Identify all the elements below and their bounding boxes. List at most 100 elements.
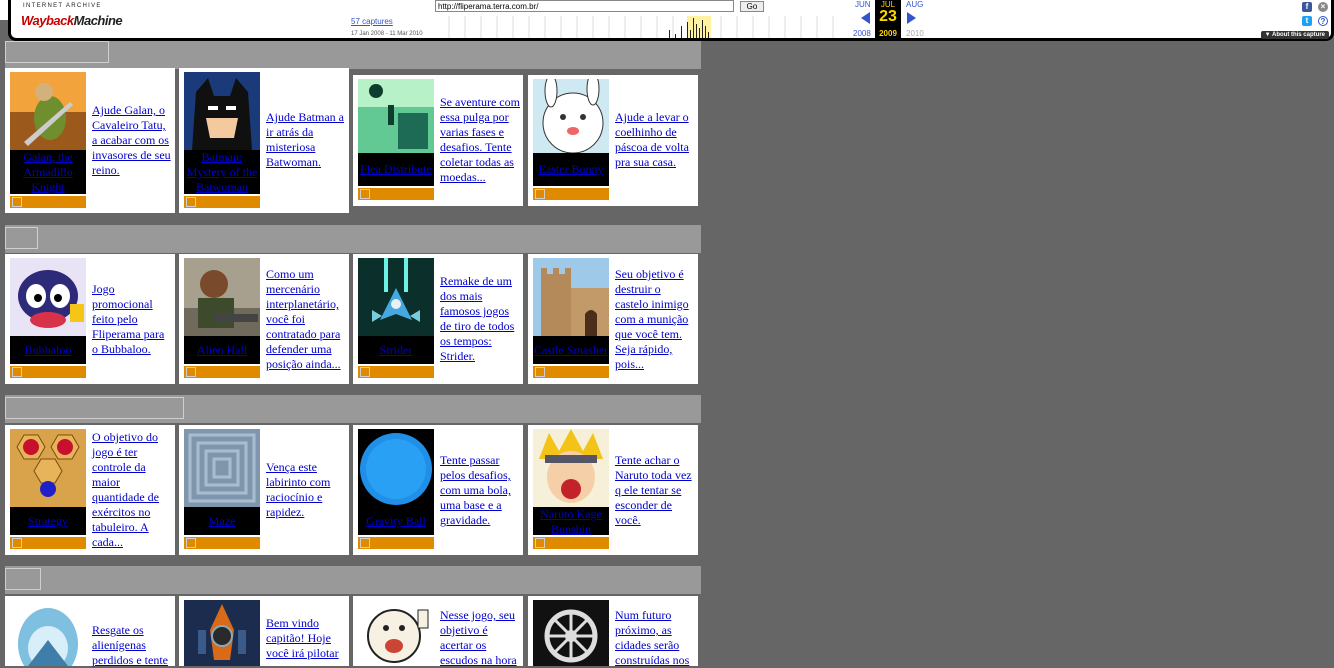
play-bar[interactable] [533, 188, 609, 200]
game-description-link[interactable]: O objetivo do jogo é ter controle da mai… [92, 430, 159, 549]
logo-wordmark-b: Machine [73, 13, 123, 28]
play-bar[interactable] [184, 366, 260, 378]
game-title: Bubbaloo [10, 336, 86, 364]
logo-wordmark: WaybackMachine [21, 13, 123, 28]
broken-image-icon [5, 227, 38, 249]
game-thumbnail[interactable] [184, 429, 260, 507]
captures-link[interactable]: 57 captures [351, 17, 393, 26]
game-description-link[interactable]: Tente passar pelos desafios, com uma bol… [440, 453, 511, 527]
game-thumbnail[interactable] [533, 600, 609, 666]
go-button[interactable]: Go [740, 1, 764, 12]
game-card: Batman: Mystery of the Batwoman Ajude Ba… [179, 68, 349, 213]
facebook-icon[interactable]: f [1302, 2, 1312, 12]
game-description-link[interactable]: Ajude Galan, o Cavaleiro Tatu, a acabar … [92, 103, 171, 177]
game-description: Ajude Batman a ir atrás da misteriosa Ba… [266, 110, 347, 170]
game-card: Nesse jogo, seu objetivo é acertar os es… [353, 596, 523, 667]
game-description: Tente achar o Naruto toda vez q ele tent… [615, 453, 696, 528]
game-thumbnail[interactable] [358, 429, 434, 507]
play-bar[interactable] [533, 537, 609, 549]
game-description-link[interactable]: Num futuro próximo, as cidades serão con… [615, 608, 689, 667]
play-bar[interactable] [184, 196, 260, 208]
current-capture-date: JUL 23 2009 [875, 0, 901, 40]
game-title: Strider [358, 336, 434, 364]
game-title-link[interactable]: Gravity Ball [366, 514, 426, 528]
play-bar[interactable] [358, 188, 434, 200]
about-capture-button[interactable]: ▼ About this capture [1260, 31, 1329, 39]
game-description-link[interactable]: Jogo promocional feito pelo Fliperama pa… [92, 282, 164, 356]
game-title-link[interactable]: Maze [209, 514, 236, 528]
month-prev[interactable]: JUN [855, 0, 871, 9]
game-thumbnail[interactable] [358, 258, 434, 336]
game-description-link[interactable]: Resgate os alienígenas perdidos e tente [92, 623, 168, 667]
game-title-link[interactable]: Castle Smasher [534, 343, 608, 357]
game-description-link[interactable]: Bem vindo capitão! Hoje você irá pilotar [266, 616, 339, 660]
game-description-link[interactable]: Remake de um dos mais famosos jogos de t… [440, 274, 514, 363]
game-thumbnail[interactable] [358, 79, 434, 153]
play-bar[interactable] [184, 537, 260, 549]
game-title-link[interactable]: Strategy [28, 514, 68, 528]
wayback-logo[interactable]: INTERNET ARCHIVE WaybackMachine [17, 0, 123, 36]
help-icon[interactable]: ? [1318, 16, 1328, 26]
year-prev[interactable]: 2008 [853, 29, 871, 38]
game-thumbnail[interactable] [533, 79, 609, 153]
game-title: Strategy [10, 507, 86, 535]
twitter-icon[interactable]: t [1302, 16, 1312, 26]
next-capture-arrow-icon[interactable] [907, 12, 916, 24]
broken-image-icon [360, 538, 370, 548]
game-title: Gravity Ball [358, 507, 434, 535]
game-card: Flea Distribute Se aventure com essa pul… [353, 75, 523, 206]
play-bar[interactable] [10, 196, 86, 208]
broken-image-icon [360, 367, 370, 377]
game-description-link[interactable]: Vença este labirinto com raciocínio e ra… [266, 460, 330, 519]
game-thumbnail[interactable] [10, 600, 86, 666]
game-thumbnail[interactable] [184, 72, 260, 150]
game-title-link[interactable]: Galan, the Armadillo Knight [23, 150, 72, 194]
play-bar[interactable] [358, 366, 434, 378]
url-input[interactable]: http://fliperama.terra.com.br/ [435, 0, 734, 12]
game-description-link[interactable]: Ajude Batman a ir atrás da misteriosa Ba… [266, 110, 344, 169]
play-bar[interactable] [10, 366, 86, 378]
game-thumbnail[interactable] [10, 72, 86, 150]
broken-image-icon [186, 367, 196, 377]
broken-image-icon [12, 367, 22, 377]
play-bar[interactable] [358, 537, 434, 549]
game-thumbnail[interactable] [533, 258, 609, 336]
month-next[interactable]: AUG [906, 0, 923, 9]
game-card: Bem vindo capitão! Hoje você irá pilotar [179, 596, 349, 666]
game-description: Jogo promocional feito pelo Fliperama pa… [92, 282, 173, 357]
game-description: Num futuro próximo, as cidades serão con… [615, 608, 696, 668]
game-thumbnail[interactable] [358, 600, 434, 666]
game-title-link[interactable]: Naruto Kage Bunshin [540, 507, 602, 536]
game-thumbnail[interactable] [10, 429, 86, 507]
game-title: Alien Hall [184, 336, 260, 364]
game-description-link[interactable]: Seu objetivo é destruir o castelo inimig… [615, 267, 689, 371]
play-bar[interactable] [533, 366, 609, 378]
game-title-link[interactable]: Alien Hall [197, 343, 247, 357]
game-description-link[interactable]: Ajude a levar o coelhinho de páscoa de v… [615, 110, 689, 169]
play-bar[interactable] [10, 537, 86, 549]
game-thumbnail[interactable] [184, 600, 260, 666]
logo-caption: INTERNET ARCHIVE [23, 3, 102, 9]
capture-sparkline[interactable] [435, 16, 855, 38]
game-title-link[interactable]: Flea Distribute [360, 162, 432, 176]
close-icon[interactable]: × [1318, 2, 1328, 12]
game-title-link[interactable]: Batman: Mystery of the Batwoman [187, 150, 258, 194]
game-description-link[interactable]: Como um mercenário interplanetário, você… [266, 267, 341, 371]
year-next: 2010 [906, 29, 924, 38]
broken-image-icon [535, 367, 545, 377]
game-title-link[interactable]: Strider [380, 343, 413, 357]
game-title-link[interactable]: Bubbaloo [25, 343, 72, 357]
game-card: Maze Vença este labirinto com raciocínio… [179, 425, 349, 555]
game-thumbnail[interactable] [533, 429, 609, 507]
prev-capture-arrow-icon[interactable] [861, 12, 870, 24]
game-description: Seu objetivo é destruir o castelo inimig… [615, 267, 696, 372]
game-description-link[interactable]: Nesse jogo, seu objetivo é acertar os es… [440, 608, 517, 667]
game-card: Naruto Kage Bunshin Tente achar o Naruto… [528, 425, 698, 555]
game-thumbnail[interactable] [10, 258, 86, 336]
game-description-link[interactable]: Se aventure com essa pulga por varias fa… [440, 95, 520, 184]
game-thumbnail[interactable] [184, 258, 260, 336]
game-title-link[interactable]: Easter Bunny [539, 162, 604, 176]
game-description: Ajude Galan, o Cavaleiro Tatu, a acabar … [92, 103, 173, 178]
game-description-link[interactable]: Tente achar o Naruto toda vez q ele tent… [615, 453, 692, 527]
game-card: Num futuro próximo, as cidades serão con… [528, 596, 698, 668]
